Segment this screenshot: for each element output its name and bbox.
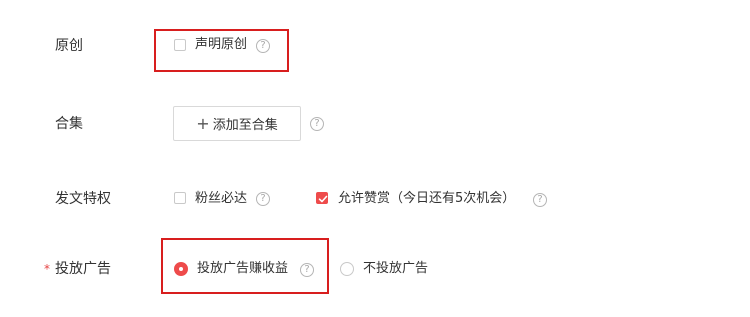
question-circle-icon[interactable]: ? [300,263,314,277]
collection-label: 合集 [55,116,83,132]
required-mark: * [44,262,50,276]
allow-reward-checkbox[interactable] [316,192,328,204]
declare-original-label: 声明原创 [195,37,248,52]
add-to-collection-button[interactable]: + 添加至合集 [173,106,301,141]
fans-reach-checkbox[interactable] [174,192,186,204]
ads-label: 投放广告 [55,261,111,277]
original-label: 原创 [55,38,83,54]
plus-icon: + [196,113,210,133]
ads-on-label: 投放广告赚收益 [197,261,289,276]
add-to-collection-label: 添加至合集 [212,118,278,133]
question-circle-icon[interactable]: ? [256,39,270,53]
question-circle-icon[interactable]: ? [256,192,270,206]
question-circle-icon[interactable]: ? [310,117,324,131]
ads-off-label: 不投放广告 [363,261,429,276]
check-icon [318,195,328,203]
ads-off-radio[interactable] [340,262,354,276]
ads-on-radio[interactable] [174,262,188,276]
question-circle-icon[interactable]: ? [533,193,547,207]
declare-original-checkbox[interactable] [174,39,186,51]
fans-reach-label: 粉丝必达 [195,191,248,206]
allow-reward-label: 允许赞赏（今日还有5次机会） [338,191,516,206]
privileges-label: 发文特权 [55,191,111,207]
